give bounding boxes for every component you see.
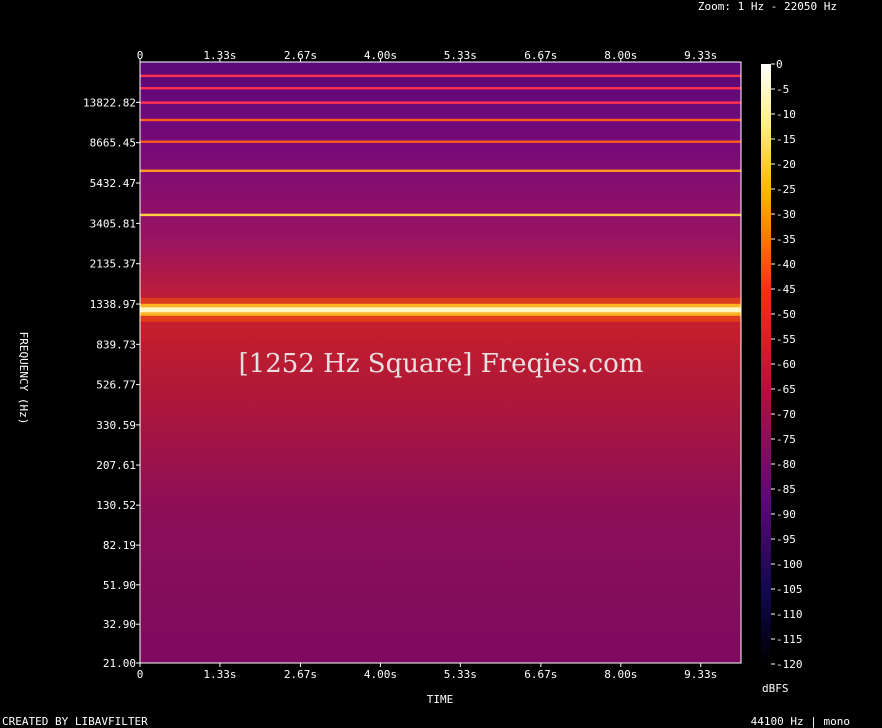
colorbar-tick-label: -115 [776,633,803,646]
y-tick-label: 51.90 [103,579,136,592]
x-tick-label-bottom: 2.67s [284,668,317,681]
x-tick-label-bottom: 5.33s [444,668,477,681]
colorbar-tick-label: -95 [776,533,796,546]
watermark: [1252 Hz Square] Freqies.com [239,349,644,379]
colorbar-tick-label: -5 [776,83,789,96]
zoom-readout: Zoom: 1 Hz - 22050 Hz [698,0,837,13]
colorbar [761,64,771,664]
harmonic-line [140,169,741,172]
y-tick-label: 13822.82 [83,96,136,109]
harmonic-line [140,87,741,90]
y-tick-label: 130.52 [96,499,136,512]
colorbar-tick-label: -100 [776,558,803,571]
colorbar-tick-label: -105 [776,583,803,596]
colorbar-tick-label: -60 [776,358,796,371]
x-tick-label-top: 9.33s [684,49,717,62]
colorbar-tick-label: -70 [776,408,796,421]
y-tick-label: 3405.81 [90,217,136,230]
spectrogram: 21.00 32.90 51.90 82.19 130.52 207.61 330.59 52… [2,0,850,728]
x-tick-label-top: 0 [137,49,144,62]
y-tick-label: 2135.37 [90,258,136,271]
harmonic-line [140,101,741,104]
colorbar-tick-label: -35 [776,233,796,246]
x-tick-label-bottom: 1.33s [203,668,236,681]
colorbar-tick-label: -65 [776,383,796,396]
colorbar-tick-label: -10 [776,108,796,121]
y-tick-label: 526.77 [96,379,136,392]
colorbar-tick-label: -75 [776,433,796,446]
x-tick-label-top: 5.33s [444,49,477,62]
colorbar-tick-label: -120 [776,658,803,671]
harmonic-line [140,74,741,78]
colorbar-tick-label: -80 [776,458,796,471]
colorbar-tick-label: -40 [776,258,796,271]
x-tick-label-top: 2.67s [284,49,317,62]
y-tick-label: 5432.47 [90,177,136,190]
colorbar-tick-label: -20 [776,158,796,171]
colorbar-tick-label: -85 [776,483,796,496]
x-tick-label-bottom: 0 [137,668,144,681]
colorbar-label: dBFS [762,682,789,695]
y-tick-label: 32.90 [103,618,136,631]
x-tick-label-top: 6.67s [524,49,557,62]
x-axis-label: TIME [427,693,454,706]
y-tick-label: 1338.97 [90,298,136,311]
y-axis-label: FREQUENCY (Hz) [17,332,30,425]
colorbar-ticks: 0 -5 -10 -15 -20 -25 -30 -35 -40 -45 -50 -55 -60 -65 -… [771,58,803,671]
harmonic-line [140,118,741,122]
harmonic-line [140,140,741,143]
colorbar-tick-label: -110 [776,608,803,621]
colorbar-tick-label: -30 [776,208,796,221]
colorbar-tick-label: -90 [776,508,796,521]
colorbar-tick-label: -55 [776,333,796,346]
x-tick-label-bottom: 4.00s [364,668,397,681]
x-tick-label-bottom: 6.67s [524,668,557,681]
y-axis: 21.00 32.90 51.90 82.19 130.52 207.61 330.59 52… [83,96,140,670]
y-tick-label: 330.59 [96,419,136,432]
colorbar-tick-label: -50 [776,308,796,321]
y-tick-label: 21.00 [103,657,136,670]
y-tick-label: 8665.45 [90,137,136,150]
x-tick-label-bottom: 8.00s [604,668,637,681]
y-tick-label: 839.73 [96,338,136,351]
x-tick-label-bottom: 9.33s [684,668,717,681]
y-tick-label: 82.19 [103,539,136,552]
y-tick-label: 207.61 [96,459,136,472]
created-by: CREATED BY LIBAVFILTER [2,715,148,728]
x-tick-label-top: 8.00s [604,49,637,62]
colorbar-tick-label: -45 [776,283,796,296]
sample-info: 44100 Hz | mono [751,715,850,728]
x-tick-label-top: 4.00s [364,49,397,62]
colorbar-tick-label: -15 [776,133,796,146]
colorbar-tick-label: 0 [776,58,783,71]
colorbar-tick-label: -25 [776,183,796,196]
x-tick-label-top: 1.33s [203,49,236,62]
harmonic-line [140,307,741,313]
harmonic-line [140,213,741,217]
